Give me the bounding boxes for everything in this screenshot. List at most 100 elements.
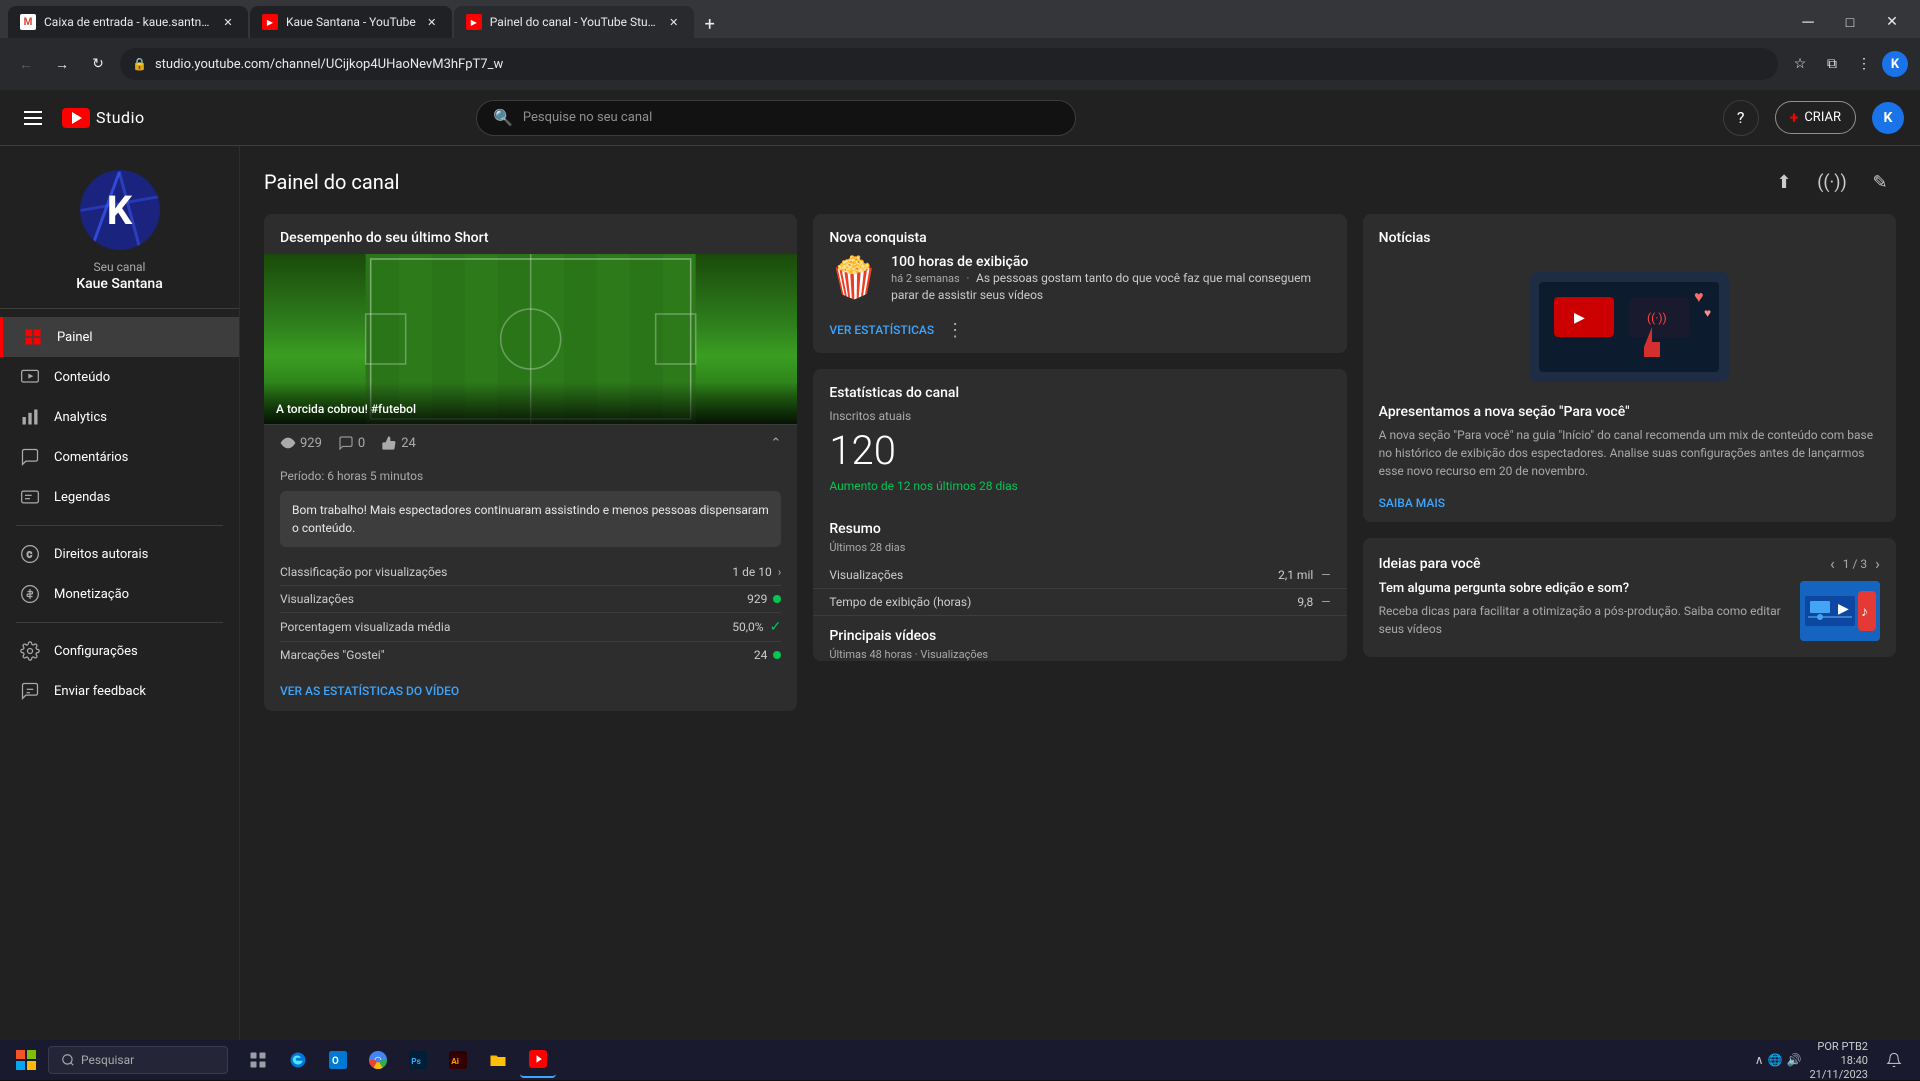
achievement-time: há 2 semanas · As pessoas gostam tanto d…	[891, 270, 1331, 304]
sidebar-item-feedback[interactable]: Enviar feedback	[0, 671, 239, 711]
comentarios-icon	[20, 447, 40, 467]
system-tray: ∧ 🌐 🔊	[1755, 1053, 1802, 1067]
taskbar-apps: O Ps	[240, 1042, 556, 1078]
nav-items: Painel Conteúdo Analytics	[0, 309, 239, 1040]
sidebar-item-legendas[interactable]: Legendas	[0, 477, 239, 517]
news-title: Apresentamos a nova seção "Para você"	[1379, 404, 1880, 420]
stat-value-views: 929	[747, 592, 781, 606]
channel-avatar[interactable]: K	[80, 170, 160, 250]
close-tab-youtube[interactable]: ✕	[424, 14, 440, 30]
tray-arrow[interactable]: ∧	[1755, 1053, 1764, 1067]
news-content: Apresentamos a nova seção "Para você" A …	[1363, 404, 1896, 492]
close-tab-gmail[interactable]: ✕	[220, 14, 236, 30]
channel-stats-card: Estatísticas do canal Inscritos atuais 1…	[813, 369, 1346, 661]
live-button[interactable]: ((·))	[1816, 166, 1848, 198]
summary-value-watchtime: 9,8 —	[1297, 595, 1330, 609]
achievement-title-row: 100 horas de exibição	[891, 254, 1331, 270]
taskbar-outlook[interactable]: O	[320, 1042, 356, 1078]
hamburger-line-1	[24, 111, 42, 113]
stat-row-likes: Marcações "Gostei" 24	[280, 642, 781, 668]
lock-icon: 🔒	[132, 57, 147, 71]
ideas-next-button[interactable]: ›	[1875, 554, 1880, 573]
back-button[interactable]: ←	[12, 50, 40, 78]
view-video-stats-link[interactable]: VER AS ESTATÍSTICAS DO VÍDEO	[280, 684, 459, 698]
sidebar-item-direitos[interactable]: C Direitos autorais	[0, 534, 239, 574]
dash-icon-views: —	[1321, 568, 1330, 582]
tray-sound[interactable]: 🔊	[1787, 1053, 1802, 1067]
short-likes-stat: 24	[381, 435, 416, 451]
minimize-button[interactable]: ─	[1788, 6, 1828, 38]
short-views-count: 929	[300, 436, 322, 451]
taskbar-chrome[interactable]	[360, 1042, 396, 1078]
news-learn-more-link[interactable]: SAIBA MAIS	[1363, 492, 1896, 522]
taskbar-edge[interactable]	[280, 1042, 316, 1078]
taskbar-right: ∧ 🌐 🔊 POR PTB2 18:40 21/11/2023	[1755, 1040, 1912, 1081]
close-window-button[interactable]: ✕	[1872, 6, 1912, 38]
tab-youtube[interactable]: ▶ Kaue Santana - YouTube ✕	[250, 6, 452, 38]
stat-row-views: Visualizações 929	[280, 586, 781, 613]
summary-label-views: Visualizações	[829, 568, 903, 582]
yts-favicon: ▶	[466, 14, 482, 30]
sidebar-item-conteudo[interactable]: Conteúdo	[0, 357, 239, 397]
forward-button[interactable]: →	[48, 50, 76, 78]
help-button[interactable]: ?	[1723, 100, 1759, 136]
taskbar-yt-active[interactable]	[520, 1042, 556, 1078]
time-display: 18:40	[1841, 1054, 1868, 1067]
tab-gmail[interactable]: M Caixa de entrada - kaue.santna... ✕	[8, 6, 248, 38]
bookmark-button[interactable]: ☆	[1786, 50, 1814, 78]
profile-settings[interactable]: ⋮	[1850, 50, 1878, 78]
achievement-more-button[interactable]: ⋮	[946, 320, 964, 341]
user-avatar-button[interactable]: K	[1872, 102, 1904, 134]
youtube-studio-app: Studio 🔍 Pesquise no seu canal ? + CRIAR…	[0, 90, 1920, 1080]
comments-icon	[338, 435, 354, 451]
achievement-header: Nova conquista	[813, 214, 1346, 254]
edit-button[interactable]: ✎	[1864, 166, 1896, 198]
start-button[interactable]	[8, 1042, 44, 1078]
address-bar[interactable]: 🔒 studio.youtube.com/channel/UCijkop4UHa…	[120, 48, 1778, 80]
browser-profile-button[interactable]: K	[1882, 51, 1908, 77]
sidebar-item-comentarios[interactable]: Comentários	[0, 437, 239, 477]
reload-button[interactable]: ↻	[84, 50, 112, 78]
close-tab-studio[interactable]: ✕	[666, 14, 682, 30]
sidebar-item-painel[interactable]: Painel	[0, 317, 239, 357]
upload-button[interactable]: ⬆	[1768, 166, 1800, 198]
expand-button[interactable]: ⌃	[770, 436, 781, 451]
nav-divider-1	[16, 525, 223, 526]
stat-label-views: Visualizações	[280, 592, 747, 606]
achievement-content: 100 horas de exibição há 2 semanas · As …	[891, 254, 1331, 308]
sidebar-item-configuracoes[interactable]: Configurações	[0, 631, 239, 671]
sidebar-item-monetizacao[interactable]: Monetização	[0, 574, 239, 614]
browser-actions: ☆ ⧉ ⋮ K	[1786, 50, 1908, 78]
tray-network[interactable]: 🌐	[1768, 1053, 1783, 1067]
sidebar-item-analytics[interactable]: Analytics	[0, 397, 239, 437]
stat-row-classification: Classificação por visualizações 1 de 10 …	[280, 559, 781, 586]
ideas-title: Ideias para você	[1379, 556, 1481, 572]
notification-button[interactable]	[1876, 1042, 1912, 1078]
subscribers-label: Inscritos atuais	[829, 409, 1330, 423]
ideas-prev-button[interactable]: ‹	[1830, 554, 1835, 573]
hamburger-menu[interactable]	[16, 103, 50, 133]
taskbar-ps[interactable]: Ps	[400, 1042, 436, 1078]
new-tab-button[interactable]: +	[696, 10, 724, 38]
channel-search-input[interactable]: 🔍 Pesquise no seu canal	[476, 100, 1076, 136]
view-statistics-link[interactable]: VER ESTATÍSTICAS	[829, 323, 934, 337]
search-placeholder: Pesquise no seu canal	[523, 110, 652, 125]
taskbar: Pesquisar O	[0, 1040, 1920, 1080]
extension-button[interactable]: ⧉	[1818, 50, 1846, 78]
tab-studio[interactable]: ▶ Painel do canal - YouTube Studi... ✕	[454, 6, 694, 38]
maximize-button[interactable]: □	[1830, 6, 1870, 38]
create-button[interactable]: + CRIAR	[1775, 101, 1856, 134]
taskbar-task-view[interactable]	[240, 1042, 276, 1078]
taskbar-explorer[interactable]	[480, 1042, 516, 1078]
idea-thumb-svg: ▶ ♪	[1800, 581, 1880, 641]
yt-studio-logo[interactable]: Studio	[62, 108, 145, 128]
channel-info: K Seu canal Kaue Santana	[0, 146, 239, 309]
achievement-actions: VER ESTATÍSTICAS ⋮	[813, 320, 1346, 353]
taskbar-search[interactable]: Pesquisar	[48, 1046, 228, 1074]
sidebar-label-legendas: Legendas	[54, 490, 110, 505]
task-view-icon	[249, 1051, 267, 1069]
taskbar-ai[interactable]: Ai	[440, 1042, 476, 1078]
date-display: 21/11/2023	[1809, 1068, 1868, 1081]
short-comments-stat: 0	[338, 435, 365, 451]
likes-icon	[381, 435, 397, 451]
